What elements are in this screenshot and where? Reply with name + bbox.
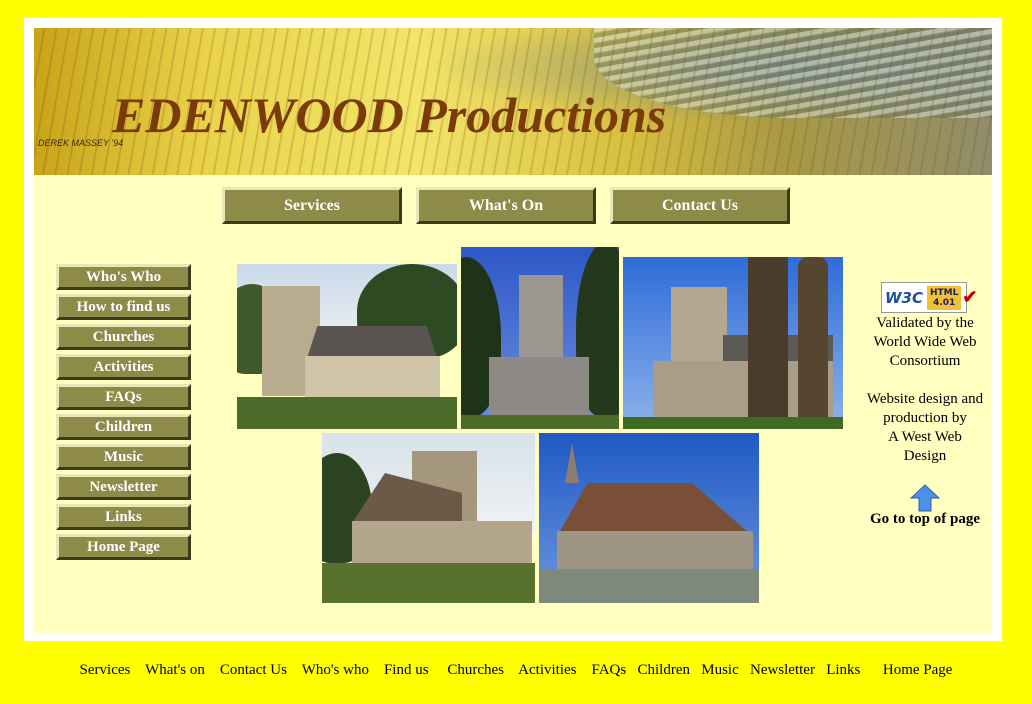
footer-link-music[interactable]: Music xyxy=(701,662,739,678)
checkmark-icon: ✔ xyxy=(962,287,978,307)
up-arrow-icon[interactable] xyxy=(910,484,940,512)
footer-link-home-page[interactable]: Home Page xyxy=(883,662,953,678)
church-photo-5 xyxy=(539,433,759,603)
sidebar-item-children[interactable]: Children xyxy=(56,414,191,440)
header-banner: DEREK MASSEY '94 EDENWOOD Productions xyxy=(34,28,992,175)
footer-link-whos-who[interactable]: Who's who xyxy=(302,662,369,678)
w3c-html-badge[interactable]: W3C HTML 4.01 ✔ xyxy=(881,282,977,313)
footer-nav: Services What's on Contact Us Who's who … xyxy=(0,662,1032,679)
design-credit-text: Website design and production by A West … xyxy=(866,391,984,464)
footer-link-find-us[interactable]: Find us xyxy=(384,662,429,678)
footer-link-churches[interactable]: Churches xyxy=(447,662,504,678)
validated-text: Validated by the World Wide Web Consorti… xyxy=(873,315,977,369)
sidebar-item-music[interactable]: Music xyxy=(56,444,191,470)
contact-us-button[interactable]: Contact Us xyxy=(610,187,790,224)
services-button[interactable]: Services xyxy=(222,187,402,224)
html-version-label: HTML 4.01 xyxy=(927,285,962,310)
sidebar-item-links[interactable]: Links xyxy=(56,504,191,530)
footer-link-faqs[interactable]: FAQs xyxy=(592,662,627,678)
artist-signature: DEREK MASSEY '94 xyxy=(38,138,124,148)
church-photo-4 xyxy=(322,433,535,603)
footer-link-services[interactable]: Services xyxy=(80,662,131,678)
sidebar-item-churches[interactable]: Churches xyxy=(56,324,191,350)
go-to-top-link[interactable]: Go to top of page xyxy=(860,511,990,528)
footer-link-contact-us[interactable]: Contact Us xyxy=(220,662,287,678)
footer-link-whats-on[interactable]: What's on xyxy=(145,662,205,678)
sidebar-item-faqs[interactable]: FAQs xyxy=(56,384,191,410)
church-photo-3 xyxy=(623,257,843,429)
footer-link-links[interactable]: Links xyxy=(826,662,860,678)
sidebar-item-how-to-find-us[interactable]: How to find us xyxy=(56,294,191,320)
church-photo-1 xyxy=(237,264,457,429)
sidebar-item-activities[interactable]: Activities xyxy=(56,354,191,380)
sidebar-item-whos-who[interactable]: Who's Who xyxy=(56,264,191,290)
sidebar-item-home-page[interactable]: Home Page xyxy=(56,534,191,560)
site-title: EDENWOOD Productions xyxy=(112,87,667,143)
whats-on-button[interactable]: What's On xyxy=(416,187,596,224)
church-photo-2 xyxy=(461,247,619,429)
footer-link-children[interactable]: Children xyxy=(637,662,690,678)
w3c-logo-text: W3C xyxy=(885,288,923,307)
sidebar-item-newsletter[interactable]: Newsletter xyxy=(56,474,191,500)
footer-link-newsletter[interactable]: Newsletter xyxy=(750,662,815,678)
footer-link-activities[interactable]: Activities xyxy=(518,662,576,678)
